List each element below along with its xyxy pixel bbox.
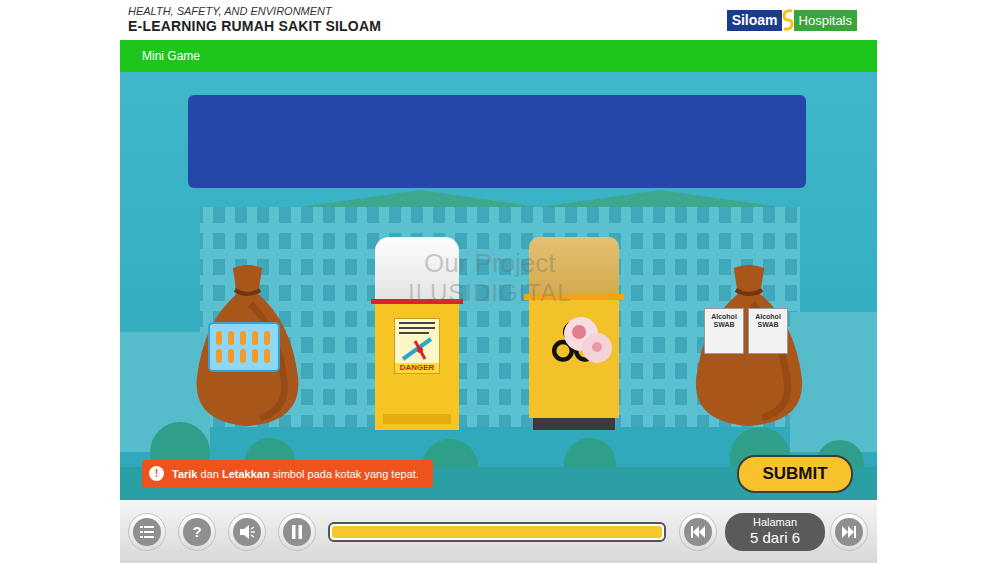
cotton-item[interactable] bbox=[559, 314, 615, 366]
question-box bbox=[188, 95, 806, 188]
course-category: HEALTH, SAFETY, AND ENVIRONMENT bbox=[128, 5, 381, 18]
clinical-waste-bin bbox=[529, 237, 619, 430]
instruction-text: Letakkan bbox=[222, 468, 270, 480]
alert-icon: ! bbox=[149, 466, 164, 481]
logo-brand: Siloam bbox=[727, 10, 782, 31]
pills-item[interactable] bbox=[208, 322, 280, 372]
help-button[interactable]: ? bbox=[178, 513, 216, 551]
siloam-logo: Siloam Hospitals bbox=[727, 8, 857, 32]
sound-button[interactable] bbox=[228, 513, 266, 551]
syringe-warning-icon bbox=[395, 319, 439, 363]
instruction-text: Tarik bbox=[172, 468, 197, 480]
pause-icon bbox=[283, 518, 311, 546]
waste-bag: Alcohol SWABAlcohol SWAB bbox=[689, 260, 809, 430]
danger-label: DANGER bbox=[395, 363, 439, 373]
swab-label: Alcohol SWAB bbox=[704, 308, 744, 354]
previous-button[interactable] bbox=[679, 513, 717, 551]
game-stage: Our Project ILUSIDIGITAL DANGERAlcohol S… bbox=[120, 72, 877, 500]
logo-emblem-icon bbox=[782, 8, 794, 32]
section-title: Mini Game bbox=[142, 47, 200, 65]
page-indicator: Halaman 5 dari 6 bbox=[725, 513, 825, 551]
progress-fill bbox=[332, 526, 662, 538]
used-cotton-icon bbox=[559, 314, 615, 366]
player-controls: ? Halaman 5 dari 6 bbox=[120, 500, 877, 563]
alcohol-swab-item[interactable]: Alcohol SWABAlcohol SWAB bbox=[704, 308, 788, 354]
menu-list-icon bbox=[140, 526, 154, 538]
swab-label: Alcohol SWAB bbox=[748, 308, 788, 354]
danger-sticker: DANGER bbox=[394, 318, 440, 374]
page-label: Halaman bbox=[729, 516, 821, 529]
menu-button[interactable] bbox=[128, 513, 166, 551]
waste-bag bbox=[190, 260, 305, 430]
progress-track bbox=[328, 522, 666, 542]
sharps-bin: DANGER bbox=[375, 237, 459, 430]
play-pause-button[interactable] bbox=[278, 513, 316, 551]
next-icon bbox=[842, 526, 856, 538]
instruction-notice: ! Tarik dan Letakkan simbol pada kotak y… bbox=[142, 460, 433, 489]
header: HEALTH, SAFETY, AND ENVIRONMENT E-LEARNI… bbox=[120, 0, 877, 40]
section-bar: Mini Game bbox=[120, 40, 877, 72]
submit-button[interactable]: SUBMIT bbox=[737, 455, 853, 493]
previous-icon bbox=[691, 526, 705, 538]
course-title: E-LEARNING RUMAH SAKIT SILOAM bbox=[128, 18, 381, 35]
help-label: ? bbox=[183, 518, 211, 546]
next-button[interactable] bbox=[830, 513, 868, 551]
speaker-icon bbox=[239, 525, 255, 539]
page-value: 5 dari 6 bbox=[729, 529, 821, 547]
instruction-text: dan bbox=[197, 468, 221, 480]
bin-row: DANGER Alcohol SWABAlcohol SWAB bbox=[120, 237, 877, 430]
instruction-text: simbol pada kotak yang tepat. bbox=[270, 468, 419, 480]
player-window: HEALTH, SAFETY, AND ENVIRONMENT E-LEARNI… bbox=[120, 0, 877, 563]
pill-blister-icon bbox=[208, 322, 280, 372]
logo-suffix: Hospitals bbox=[794, 10, 857, 31]
